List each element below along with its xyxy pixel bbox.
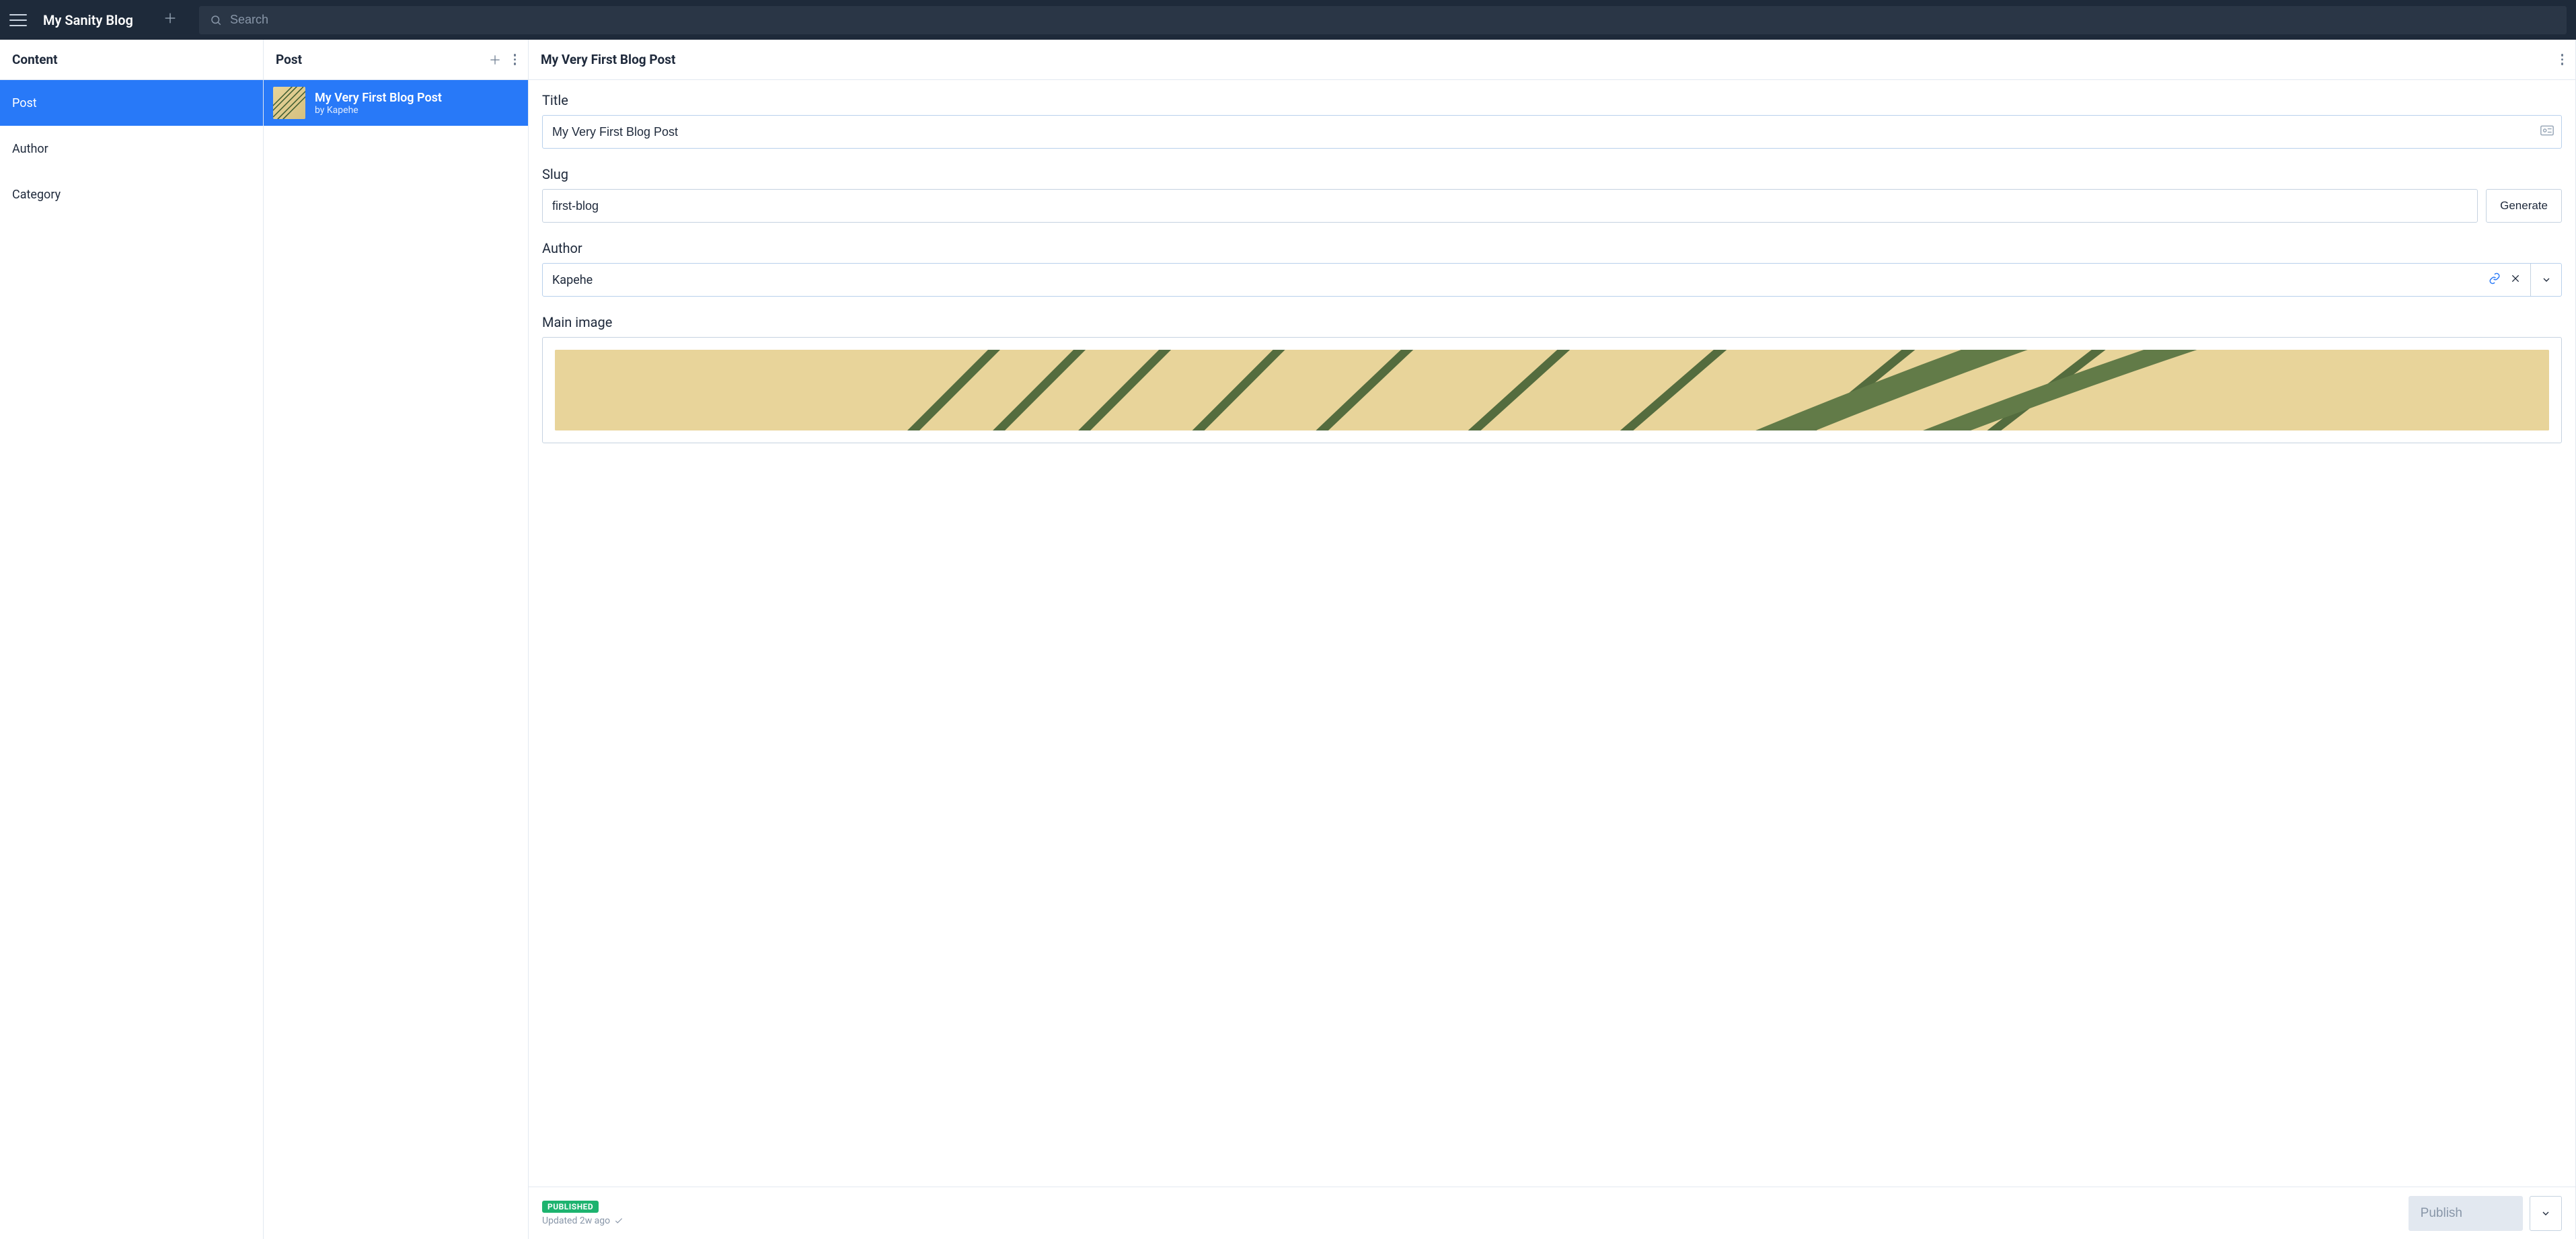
- content-column: Content Post Author Category: [0, 40, 264, 1239]
- editor-footer: PUBLISHED Updated 2w ago Publish: [529, 1187, 2575, 1239]
- author-reference[interactable]: Kapehe: [543, 264, 2530, 296]
- search-icon: [210, 14, 222, 26]
- editor-body: Title Slug Generate Author: [529, 80, 2575, 1187]
- content-item-category[interactable]: Category: [0, 172, 263, 217]
- title-label: Title: [542, 92, 2562, 108]
- slug-field: Slug Generate: [542, 166, 2562, 223]
- author-value: Kapehe: [552, 273, 593, 287]
- post-column: Post My Very First Blog Post by Kapehe: [264, 40, 529, 1239]
- updated-text: Updated 2w ago: [542, 1215, 623, 1226]
- editor-column: My Very First Blog Post Title Slug Gener…: [529, 40, 2576, 1239]
- editor-menu-button[interactable]: [2561, 54, 2564, 65]
- post-item-title: My Very First Blog Post: [315, 91, 442, 105]
- add-post-button[interactable]: [488, 53, 502, 67]
- app-title: My Sanity Blog: [43, 12, 133, 28]
- link-icon[interactable]: [2489, 272, 2501, 287]
- post-menu-button[interactable]: [514, 54, 517, 65]
- new-document-button[interactable]: [163, 10, 178, 30]
- main-image-field: Main image: [542, 314, 2562, 443]
- editor-doc-title: My Very First Blog Post: [541, 52, 675, 67]
- publish-more-button[interactable]: [2530, 1196, 2562, 1231]
- author-field: Author Kapehe: [542, 240, 2562, 297]
- editor-header: My Very First Blog Post: [529, 40, 2575, 80]
- title-id-icon: [2540, 125, 2554, 139]
- workspace: Content Post Author Category Post My Ver…: [0, 40, 2576, 1239]
- author-expand-button[interactable]: [2530, 264, 2561, 296]
- title-field: Title: [542, 92, 2562, 149]
- clear-icon[interactable]: [2510, 273, 2521, 287]
- check-icon: [614, 1216, 623, 1226]
- post-thumbnail: [273, 87, 305, 119]
- content-item-author[interactable]: Author: [0, 126, 263, 172]
- author-label: Author: [542, 240, 2562, 256]
- title-input[interactable]: [542, 115, 2562, 149]
- slug-input[interactable]: [542, 189, 2478, 223]
- image-dropzone[interactable]: [542, 337, 2562, 443]
- main-image-preview: [555, 350, 2549, 430]
- slug-label: Slug: [542, 166, 2562, 182]
- post-list-item[interactable]: My Very First Blog Post by Kapehe: [264, 80, 528, 126]
- search-bar[interactable]: [199, 6, 2567, 34]
- search-input[interactable]: [230, 13, 2556, 27]
- content-title: Content: [12, 52, 58, 67]
- topbar: My Sanity Blog: [0, 0, 2576, 40]
- post-item-subtitle: by Kapehe: [315, 105, 442, 116]
- post-column-title: Post: [276, 52, 302, 67]
- menu-icon[interactable]: [9, 12, 27, 28]
- generate-button[interactable]: Generate: [2486, 189, 2562, 223]
- status-badge: PUBLISHED: [542, 1201, 599, 1213]
- main-image-label: Main image: [542, 314, 2562, 330]
- content-item-post[interactable]: Post: [0, 80, 263, 126]
- content-header: Content: [0, 40, 263, 80]
- publish-button[interactable]: Publish: [2409, 1196, 2523, 1231]
- post-header: Post: [264, 40, 528, 80]
